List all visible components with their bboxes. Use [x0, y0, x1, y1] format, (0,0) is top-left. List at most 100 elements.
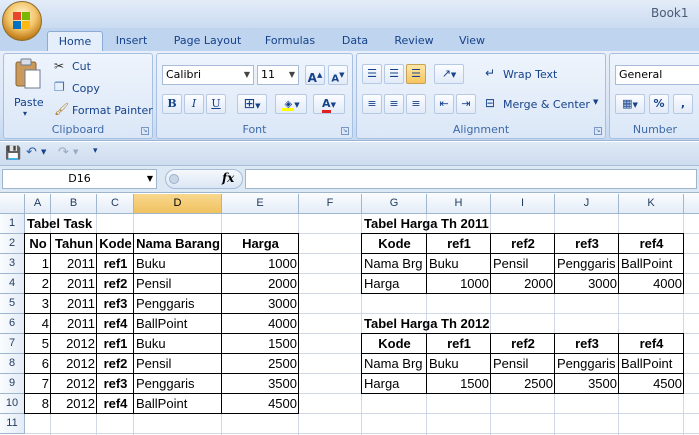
tab-page-layout[interactable]: Page Layout	[170, 31, 245, 51]
task-name-cell[interactable]: Buku	[134, 334, 222, 354]
column-header-k[interactable]: K	[619, 194, 684, 214]
harga-cell[interactable]: ref4	[619, 334, 684, 354]
task-price-cell[interactable]: 2500	[222, 354, 299, 374]
task-header-cell[interactable]: Kode	[97, 234, 134, 254]
redo-icon[interactable]: ↷	[58, 145, 69, 160]
accounting-format-button[interactable]: ▦▼	[615, 94, 645, 114]
column-header-b[interactable]: B	[51, 194, 97, 214]
column-header-d[interactable]: D	[134, 194, 222, 214]
grow-font-button[interactable]: A▲	[305, 65, 325, 85]
harga-cell[interactable]: Penggaris	[555, 254, 619, 274]
bold-button[interactable]: B	[162, 94, 182, 114]
insert-function-button[interactable]: fx	[222, 171, 234, 185]
task-no-cell[interactable]: 4	[25, 314, 51, 334]
tab-data[interactable]: Data	[336, 31, 374, 51]
harga-cell[interactable]: Kode	[362, 334, 427, 354]
task-name-cell[interactable]: Buku	[134, 254, 222, 274]
row-header-3[interactable]: 3	[0, 254, 25, 274]
harga-cell[interactable]: ref4	[619, 234, 684, 254]
task-no-cell[interactable]: 1	[25, 254, 51, 274]
harga-cell[interactable]: Pensil	[491, 354, 555, 374]
task-price-cell[interactable]: 4500	[222, 394, 299, 414]
task-price-cell[interactable]: 3000	[222, 294, 299, 314]
paste-button[interactable]: Paste ▾	[8, 58, 48, 118]
row-header-7[interactable]: 7	[0, 334, 25, 354]
task-name-cell[interactable]: BallPoint	[134, 394, 222, 414]
harga-cell[interactable]: Nama Brg	[362, 354, 427, 374]
tab-view[interactable]: View	[453, 31, 491, 51]
font-size-select[interactable]: 11 ▼	[257, 65, 299, 85]
task-name-cell[interactable]: Penggaris	[134, 374, 222, 394]
task-code-cell[interactable]: ref3	[97, 374, 134, 394]
harga-cell[interactable]: 4000	[619, 274, 684, 294]
harga-cell[interactable]: ref3	[555, 234, 619, 254]
undo-icon[interactable]: ↶	[26, 145, 37, 160]
harga-cell[interactable]: 4500	[619, 374, 684, 394]
comma-style-button[interactable]: ,	[673, 94, 693, 114]
column-header-c[interactable]: C	[97, 194, 134, 214]
harga-table-title[interactable]: Tabel Harga Th 2012	[362, 314, 489, 334]
column-header-g[interactable]: G	[362, 194, 427, 214]
spreadsheet-grid[interactable]: ABCDEFGHIJK 1 2 3 4 5 6 7 8 9 10 11 Tabel Task No Ta…	[0, 194, 699, 435]
task-header-cell[interactable]: No	[25, 234, 51, 254]
select-all-corner[interactable]	[0, 194, 25, 214]
clipboard-launcher-icon[interactable]: ↘	[141, 127, 149, 135]
harga-cell[interactable]: 2500	[491, 374, 555, 394]
row-header-5[interactable]: 5	[0, 294, 25, 314]
increase-indent-button[interactable]: ⇥	[456, 94, 476, 114]
row-header-8[interactable]: 8	[0, 354, 25, 374]
harga-cell[interactable]: BallPoint	[619, 254, 684, 274]
task-code-cell[interactable]: ref4	[97, 394, 134, 414]
merge-center-button[interactable]: ⊟ Merge & Center ▼	[485, 95, 603, 115]
task-no-cell[interactable]: 3	[25, 294, 51, 314]
shrink-font-button[interactable]: A▼	[328, 65, 348, 85]
task-name-cell[interactable]: Pensil	[134, 354, 222, 374]
italic-button[interactable]: I	[184, 94, 204, 114]
tab-formulas[interactable]: Formulas	[261, 31, 319, 51]
task-year-cell[interactable]: 2011	[51, 314, 97, 334]
column-header-j[interactable]: J	[555, 194, 619, 214]
row-header-10[interactable]: 10	[0, 394, 25, 414]
font-name-select[interactable]: Calibri ▼	[162, 65, 254, 85]
harga-table-title[interactable]: Tabel Harga Th 2011	[362, 214, 489, 234]
harga-cell[interactable]: 1500	[427, 374, 491, 394]
column-header-i[interactable]: I	[491, 194, 555, 214]
harga-cell[interactable]: Pensil	[491, 254, 555, 274]
align-middle-button[interactable]: ☰	[384, 64, 404, 84]
harga-cell[interactable]: ref3	[555, 334, 619, 354]
orientation-button[interactable]: ↗▼	[434, 64, 464, 84]
align-right-button[interactable]: ≡	[406, 94, 426, 114]
harga-cell[interactable]: ref2	[491, 234, 555, 254]
number-format-select[interactable]: General	[615, 65, 699, 85]
row-header-2[interactable]: 2	[0, 234, 25, 254]
row-header-1[interactable]: 1	[0, 214, 25, 234]
task-price-cell[interactable]: 1000	[222, 254, 299, 274]
harga-cell[interactable]: ref1	[427, 234, 491, 254]
task-name-cell[interactable]: Pensil	[134, 274, 222, 294]
harga-cell[interactable]: Penggaris	[555, 354, 619, 374]
formula-input[interactable]	[245, 169, 697, 189]
task-no-cell[interactable]: 5	[25, 334, 51, 354]
task-price-cell[interactable]: 2000	[222, 274, 299, 294]
copy-button[interactable]: ❐ Copy	[54, 80, 144, 98]
harga-cell[interactable]: 3000	[555, 274, 619, 294]
office-button[interactable]	[2, 1, 42, 41]
tab-review[interactable]: Review	[389, 31, 439, 51]
task-code-cell[interactable]: ref2	[97, 354, 134, 374]
task-year-cell[interactable]: 2012	[51, 374, 97, 394]
task-no-cell[interactable]: 8	[25, 394, 51, 414]
decrease-indent-button[interactable]: ⇤	[434, 94, 454, 114]
fill-color-button[interactable]: ◈ ▼	[275, 94, 307, 114]
harga-cell[interactable]: Buku	[427, 354, 491, 374]
harga-cell[interactable]: Harga	[362, 274, 427, 294]
align-bottom-button[interactable]: ☰	[406, 64, 426, 84]
underline-button[interactable]: U	[206, 94, 226, 114]
align-left-button[interactable]: ≡	[362, 94, 382, 114]
name-box[interactable]: D16 ▼	[2, 169, 157, 189]
formula-handle-icon[interactable]	[169, 174, 179, 184]
row-header-4[interactable]: 4	[0, 274, 25, 294]
align-center-button[interactable]: ≡	[384, 94, 404, 114]
harga-cell[interactable]: ref2	[491, 334, 555, 354]
task-code-cell[interactable]: ref1	[97, 254, 134, 274]
row-header-6[interactable]: 6	[0, 314, 25, 334]
